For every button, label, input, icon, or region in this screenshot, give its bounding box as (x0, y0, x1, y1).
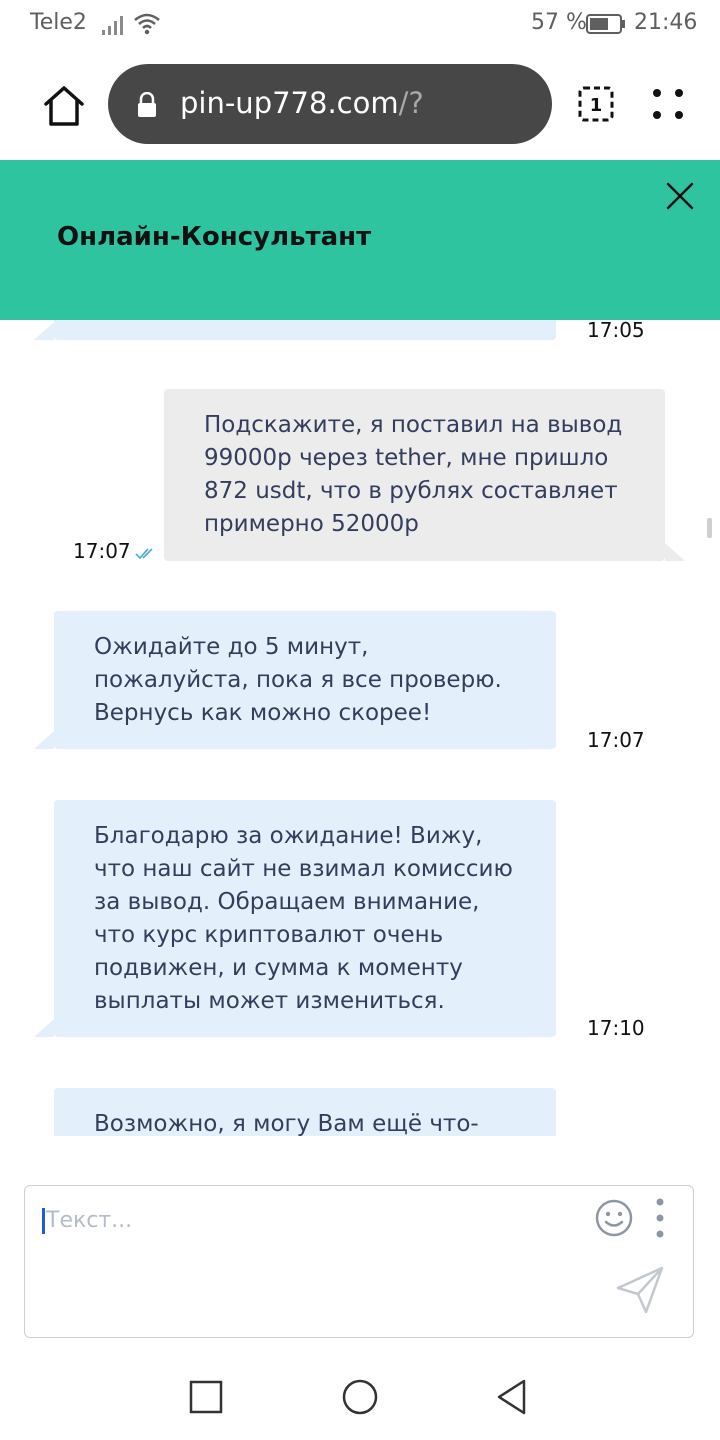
message-outgoing: Подскажите, я поставил на вывод 99000р ч… (164, 389, 665, 561)
chat-title: Онлайн-Консультант (57, 222, 372, 252)
message-line: Возможно, я могу Вам ещё что- (94, 1111, 479, 1136)
emoji-icon[interactable] (594, 1198, 634, 1238)
message-line: 872 usdt, что в рублях составляет (204, 478, 618, 504)
double-check-icon (135, 548, 153, 560)
wifi-icon (134, 13, 160, 35)
back-icon[interactable] (494, 1378, 530, 1416)
bubble-tail (665, 543, 685, 561)
message-input[interactable]: Текст... (24, 1185, 694, 1338)
text-caret (42, 1208, 45, 1234)
message-incoming: Ожидайте до 5 минут, пожалуйста, пока я … (54, 611, 556, 749)
message-line: подвижен, и сумма к моменту (94, 955, 463, 981)
chat-messages[interactable]: 17:05 Подскажите, я поставил на вывод 99… (0, 320, 720, 1136)
message-text: Благодарю за ожидание! Вижу, что наш сай… (94, 820, 526, 1018)
message-line: что курс криптовалют очень (94, 922, 444, 948)
chat-header: Онлайн-Консультант (0, 160, 720, 320)
message-line: выплаты может измениться. (94, 988, 445, 1014)
message-time: 17:10 (587, 1016, 645, 1040)
message-line: за вывод. Обращаем внимание, (94, 889, 480, 915)
url-text: pin-up778.com/? (180, 86, 424, 120)
input-placeholder: Текст... (46, 1208, 133, 1233)
message-text: Возможно, я могу Вам ещё что- (94, 1108, 526, 1136)
scrollbar[interactable] (707, 518, 712, 538)
bubble-tail (34, 322, 54, 340)
message-time: 17:05 (587, 320, 645, 342)
url-path: /? (398, 86, 424, 120)
message-incoming (54, 320, 556, 340)
carrier-label: Tele2 (30, 10, 87, 35)
message-time: 17:07 (73, 539, 131, 563)
browser-toolbar: pin-up778.com/? 1 (0, 52, 720, 160)
message-line: что наш сайт не взимал комиссию (94, 856, 513, 882)
clock: 21:46 (634, 10, 698, 35)
nav-home-icon[interactable] (341, 1378, 379, 1416)
url-domain: pin-up778.com (180, 86, 399, 120)
more-vertical-icon[interactable] (650, 1196, 670, 1240)
message-line: Вернусь как можно скорее! (94, 700, 432, 726)
message-time: 17:07 (587, 728, 645, 752)
message-line: Подскажите, я поставил на вывод (204, 412, 623, 438)
recent-apps-icon[interactable] (189, 1380, 223, 1414)
message-line: примерно 52000р (204, 511, 419, 537)
message-line: Ожидайте до 5 минут, (94, 634, 369, 660)
battery-percent: 57 % (531, 10, 587, 35)
message-text: Подскажите, я поставил на вывод 99000р ч… (204, 409, 635, 541)
message-line: Благодарю за ожидание! Вижу, (94, 823, 483, 849)
message-text: Ожидайте до 5 минут, пожалуйста, пока я … (94, 631, 526, 730)
message-line: пожалуйста, пока я все проверю. (94, 667, 502, 693)
system-nav-bar (0, 1360, 720, 1440)
message-line: 99000р через tether, мне пришло (204, 445, 609, 471)
status-bar: Tele2 57 % 21:46 (0, 0, 720, 52)
bubble-tail (34, 731, 54, 749)
message-incoming: Благодарю за ожидание! Вижу, что наш сай… (54, 800, 556, 1037)
tabs-icon[interactable]: 1 (578, 86, 614, 122)
message-incoming: Возможно, я могу Вам ещё что- (54, 1088, 556, 1136)
bubble-tail (34, 1019, 54, 1037)
menu-icon[interactable] (650, 86, 686, 122)
send-icon[interactable] (612, 1262, 668, 1318)
tab-count: 1 (590, 95, 603, 116)
lock-icon (138, 92, 156, 117)
address-bar[interactable]: pin-up778.com/? (108, 64, 552, 144)
home-icon[interactable] (42, 84, 86, 128)
signal-icon (102, 16, 123, 35)
battery-icon (586, 14, 625, 34)
close-icon[interactable] (664, 180, 696, 212)
